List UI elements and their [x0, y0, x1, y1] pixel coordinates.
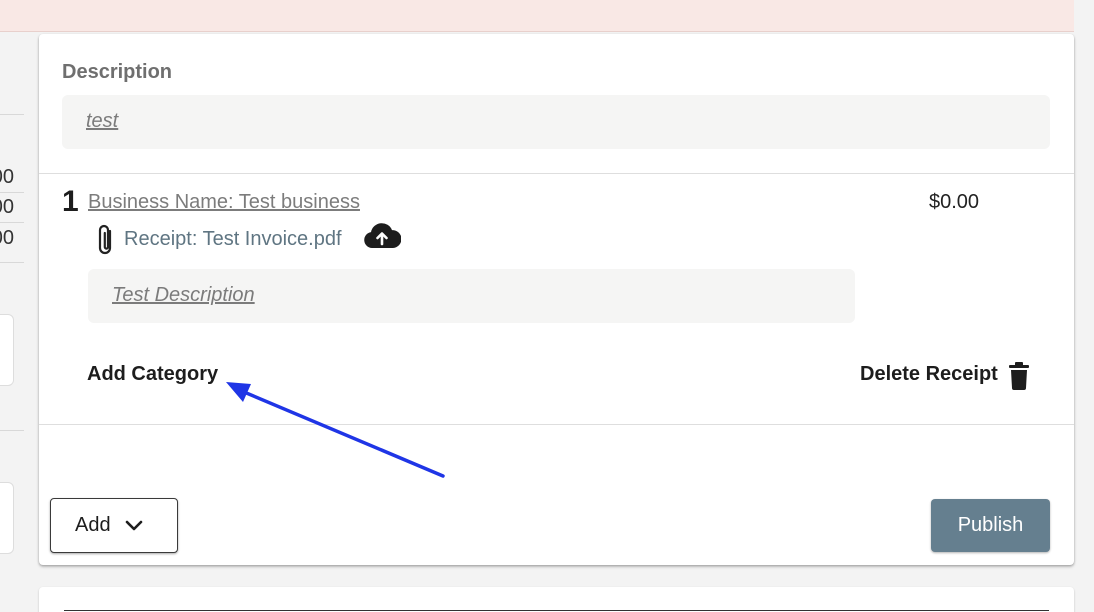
receipt-file-link[interactable]: Receipt: Test Invoice.pdf	[124, 228, 342, 251]
divider	[0, 192, 24, 193]
receipt-number: 1	[62, 185, 79, 218]
trash-icon[interactable]	[1008, 362, 1030, 390]
delete-receipt-button[interactable]: Delete Receipt	[860, 363, 998, 386]
business-name-field[interactable]: Business Name: Test business	[88, 191, 360, 214]
receipt-amount: $0.00	[929, 191, 980, 213]
top-banner	[0, 0, 1074, 32]
receipt-description-field[interactable]: Test Description	[88, 269, 855, 323]
divider	[64, 610, 1049, 611]
expense-report-card: Description test 1 Business Name: Test b…	[39, 34, 1074, 565]
add-button-label: Add	[75, 514, 111, 536]
chevron-down-icon	[125, 520, 142, 530]
left-value: 00	[0, 227, 14, 249]
left-card	[0, 314, 14, 386]
left-partial-panel: 00 00 00	[0, 32, 24, 612]
divider	[0, 262, 24, 263]
divider	[0, 430, 24, 431]
description-field[interactable]: test	[62, 95, 1050, 149]
add-category-button[interactable]: Add Category	[87, 363, 218, 386]
add-dropdown-button[interactable]: Add	[50, 498, 178, 553]
publish-button[interactable]: Publish	[931, 499, 1050, 552]
description-label: Description	[62, 61, 173, 83]
divider	[0, 114, 24, 115]
next-card	[39, 587, 1074, 612]
left-value: 00	[0, 196, 14, 218]
cloud-upload-icon[interactable]	[363, 223, 401, 249]
divider	[39, 424, 1074, 425]
left-card	[0, 482, 14, 554]
left-value: 00	[0, 166, 14, 188]
divider	[39, 173, 1074, 174]
paperclip-icon	[98, 224, 112, 255]
divider	[0, 222, 24, 223]
